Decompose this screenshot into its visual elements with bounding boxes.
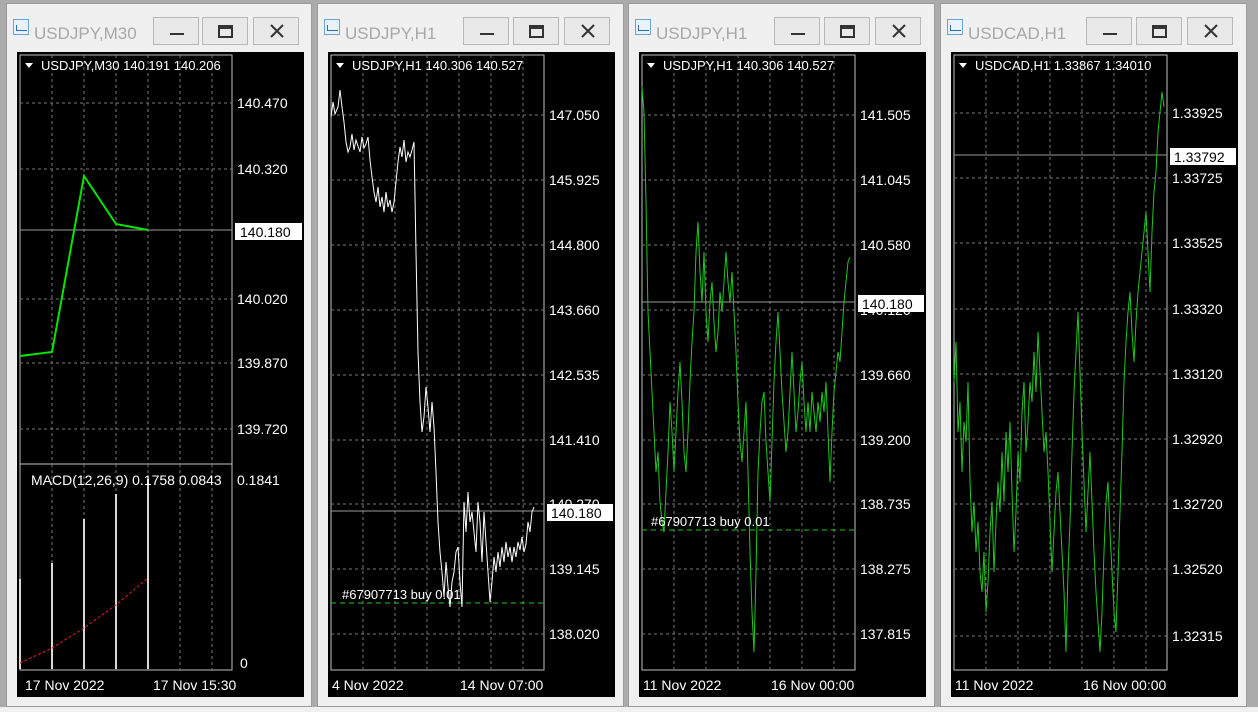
- maximize-button[interactable]: [202, 17, 248, 45]
- maximize-button[interactable]: [513, 17, 559, 45]
- macd-label: MACD(12,26,9) 0.1758 0.0843: [31, 472, 222, 488]
- price-axis-label: 140.580: [860, 237, 911, 253]
- current-price-tag: 140.180: [862, 296, 913, 312]
- price-line: [641, 86, 851, 653]
- order-label: #67907713 buy 0.01: [651, 514, 770, 529]
- date-right: 17 Nov 15:30: [153, 677, 236, 693]
- price-axis-label: 1.32720: [1172, 496, 1223, 512]
- price-axis-label: 1.33525: [1172, 235, 1223, 251]
- price-axis-label: 141.505: [860, 107, 911, 123]
- status-strip: [0, 707, 1258, 712]
- price-axis-label: 144.800: [549, 237, 600, 253]
- macd-zero-label: 0: [240, 655, 248, 671]
- price-axis-label: 139.145: [549, 561, 600, 577]
- price-axis-label: 141.045: [860, 172, 911, 188]
- date-left: 4 Nov 2022: [332, 677, 404, 693]
- close-button[interactable]: [875, 17, 921, 45]
- chart-window-usdcad-h1[interactable]: USDCAD,H1 USDCAD,H1 1.33867 1.34010 1.33…: [940, 3, 1247, 707]
- price-axis-label: 137.815: [860, 626, 911, 642]
- current-price-tag: 140.180: [240, 224, 291, 240]
- chart-window-icon: [635, 19, 651, 35]
- window-title: USDJPY,M30: [34, 24, 137, 43]
- price-axis-label: 1.32920: [1172, 431, 1223, 447]
- price-axis-label: 139.660: [860, 367, 911, 383]
- price-axis-label: 1.32315: [1172, 628, 1223, 644]
- window-titlebar[interactable]: USDJPY,M30: [7, 4, 311, 45]
- date-right: 16 Nov 00:00: [1083, 677, 1166, 693]
- minimize-button[interactable]: [463, 17, 509, 45]
- minimize-button[interactable]: [153, 17, 199, 45]
- price-axis-label: 140.320: [237, 161, 288, 177]
- chart-header: USDJPY,H1 140.306 140.527: [352, 58, 523, 73]
- date-left: 11 Nov 2022: [643, 677, 722, 693]
- price-axis-label: 140.020: [237, 291, 288, 307]
- close-button[interactable]: [253, 17, 299, 45]
- chart-window-usdjpy-h1-2[interactable]: USDJPY,H1 USDJPY,H1 140.306 140.527 #679: [628, 3, 935, 707]
- date-left: 17 Nov 2022: [25, 677, 105, 693]
- price-axis-label: 141.410: [549, 432, 600, 448]
- price-axis-label: 140.470: [237, 95, 288, 111]
- price-axis-label: 138.735: [860, 496, 911, 512]
- chart-window-usdjpy-m30[interactable]: USDJPY,M30 USDJPY,M30 140.191 140.206 14…: [6, 3, 312, 707]
- date-left: 11 Nov 2022: [955, 677, 1034, 693]
- close-button[interactable]: [564, 17, 610, 45]
- price-axis-label: 1.33320: [1172, 301, 1223, 317]
- price-axis-label: 139.870: [237, 355, 288, 371]
- chart-window-icon: [947, 19, 963, 35]
- close-button[interactable]: [1187, 17, 1233, 45]
- price-line: [330, 89, 535, 608]
- date-right: 14 Nov 07:00: [460, 677, 543, 693]
- chart-window-icon: [13, 19, 29, 35]
- maximize-button[interactable]: [1136, 17, 1182, 45]
- price-axis-label: 143.660: [549, 302, 600, 318]
- chart-header: USDJPY,M30 140.191 140.206: [41, 58, 221, 73]
- minimize-button[interactable]: [1086, 17, 1132, 45]
- price-axis-label: 145.925: [549, 172, 600, 188]
- price-axis-label: 138.275: [860, 561, 911, 577]
- price-axis-label: 1.33120: [1172, 366, 1223, 382]
- current-price-tag: 1.33792: [1174, 149, 1225, 165]
- order-label: #67907713 buy 0.01: [342, 587, 461, 602]
- chart-area[interactable]: USDCAD,H1 1.33867 1.34010 1.33925 1.3372…: [951, 52, 1238, 697]
- chart-area[interactable]: USDJPY,M30 140.191 140.206 140.470 140.3…: [17, 52, 304, 697]
- window-title: USDJPY,H1: [656, 24, 748, 43]
- window-titlebar[interactable]: USDJPY,H1: [318, 4, 623, 45]
- price-axis-label: 1.32520: [1172, 561, 1223, 577]
- price-axis-label: 142.535: [549, 367, 600, 383]
- price-axis-label: 1.33725: [1172, 170, 1223, 186]
- price-axis-label: 139.200: [860, 432, 911, 448]
- chart-header: USDJPY,H1 140.306 140.527: [663, 58, 834, 73]
- window-titlebar[interactable]: USDJPY,H1: [629, 4, 934, 45]
- chart-header: USDCAD,H1 1.33867 1.34010: [975, 58, 1151, 73]
- price-axis-label: 138.020: [549, 626, 600, 642]
- window-title: USDJPY,H1: [345, 24, 437, 43]
- price-axis-label: 139.720: [237, 421, 288, 437]
- price-axis-label: 147.050: [549, 107, 600, 123]
- minimize-button[interactable]: [774, 17, 820, 45]
- window-titlebar[interactable]: USDCAD,H1: [941, 4, 1246, 45]
- current-price-tag: 140.180: [551, 505, 602, 521]
- macd-top-label: 0.1841: [237, 472, 280, 488]
- chart-window-usdjpy-h1[interactable]: USDJPY,H1 USDJPY,H1 140.306 140.527 #679: [317, 3, 624, 707]
- chart-window-icon: [324, 19, 340, 35]
- price-axis-label: 1.33925: [1172, 105, 1223, 121]
- maximize-button[interactable]: [824, 17, 870, 45]
- chart-area[interactable]: USDJPY,H1 140.306 140.527 #67907713 buy …: [328, 52, 615, 697]
- date-right: 16 Nov 00:00: [771, 677, 854, 693]
- window-title: USDCAD,H1: [968, 24, 1067, 43]
- chart-area[interactable]: USDJPY,H1 140.306 140.527 #67907713 buy …: [639, 52, 926, 697]
